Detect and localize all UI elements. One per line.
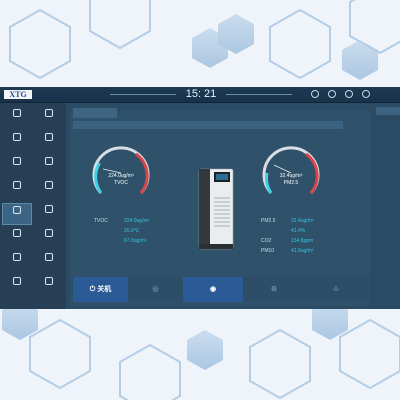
nav-icon (13, 181, 21, 189)
nav-icon (13, 229, 21, 237)
reading-value: 134.8ppm (291, 238, 314, 244)
reading-row: 26.0℃ (94, 228, 139, 234)
reading-row: 67.0ug/m³ (94, 238, 147, 244)
tvoc-gauge-name: TVOC (114, 180, 128, 186)
app-window: XTG 15: 21 224.0ug/m³ TVOC 32.4ug/m³ PM2… (0, 87, 400, 309)
nav-icon (45, 109, 53, 117)
purify-icon: ◎ (152, 286, 159, 293)
continuous-dehumidify-button[interactable]: ◉ (183, 277, 243, 302)
nav-icon (13, 133, 21, 141)
sidebar-item-14[interactable] (34, 251, 64, 273)
sidebar-item-12[interactable] (34, 227, 64, 249)
reading-key: CO2 (261, 238, 272, 244)
nav-icon (45, 253, 53, 261)
nav-icon (13, 277, 21, 285)
app-logo: XTG (4, 90, 32, 99)
settings-icon[interactable] (328, 90, 336, 98)
reading-row: PM2.5 32.4ug/m³ (261, 218, 314, 224)
mode-label: 关机 (97, 286, 112, 293)
sidebar-item-15[interactable] (2, 275, 32, 297)
tvoc-gauge (92, 146, 150, 195)
nav-icon (13, 253, 21, 261)
sidebar-item-6[interactable] (34, 155, 64, 177)
tab-device[interactable] (73, 108, 117, 118)
nav-icon (13, 206, 21, 214)
reading-key: PM2.5 (261, 218, 276, 224)
pm25-gauge-value: 32.4ug/m³ (279, 173, 303, 179)
top-bar: XTG 15: 21 (0, 87, 400, 103)
reading-value: 67.0ug/m³ (124, 238, 147, 244)
nav-icon (45, 205, 53, 213)
sidebar-item-11[interactable] (2, 227, 32, 249)
notification-icon[interactable] (362, 90, 370, 98)
reading-value: 224.0ug/m³ (124, 218, 150, 224)
pm25-gauge (262, 146, 320, 195)
sidebar-item-2[interactable] (34, 107, 64, 129)
reading-row: 41.4% (261, 228, 305, 234)
nav-icon (13, 109, 21, 117)
reading-row: TVOC 224.0ug/m³ (94, 218, 149, 224)
purifier-device-image (198, 168, 234, 250)
sidebar-item-8[interactable] (34, 179, 64, 201)
sidebar-item-1[interactable] (2, 107, 32, 129)
sidebar-item-5[interactable] (2, 155, 32, 177)
reading-row: PM10 41.0ug/m³ (261, 248, 314, 254)
clock: 15: 21 (185, 88, 217, 100)
energy-saving-button[interactable]: ♧ (305, 277, 367, 302)
nav-icon (45, 157, 53, 165)
sidebar-item-9[interactable] (2, 203, 32, 225)
sidebar-item-7[interactable] (2, 179, 32, 201)
mode-button-bar: ⏻ 关机 ◎ ◉ ⚙ ♧ (70, 277, 370, 302)
sidebar (0, 103, 66, 309)
nav-icon (45, 229, 53, 237)
tvoc-gauge-value: 224.0ug/m³ (108, 173, 134, 179)
divider-line (110, 94, 176, 95)
nav-icon (45, 277, 53, 285)
purify-disinfect-button[interactable]: ◎ (128, 277, 183, 302)
sidebar-item-4[interactable] (34, 131, 64, 153)
sidebar-item-13[interactable] (2, 251, 32, 273)
dehumidify-icon: ◉ (209, 286, 217, 293)
reading-key: TVOC (94, 218, 108, 224)
reading-value: 41.4% (291, 228, 306, 234)
reading-value: 41.0ug/m³ (291, 248, 314, 254)
reading-key: PM10 (261, 248, 275, 254)
leaf-icon: ♧ (332, 286, 340, 293)
reading-value: 32.4ug/m³ (291, 218, 314, 224)
sidebar-item-3[interactable] (2, 131, 32, 153)
auto-run-button[interactable]: ⚙ (243, 277, 305, 302)
panel-title (73, 121, 343, 129)
nav-icon (13, 157, 21, 165)
power-off-button[interactable]: ⏻ 关机 (73, 277, 128, 302)
auto-icon: ⚙ (270, 286, 278, 293)
home-icon[interactable] (311, 90, 319, 98)
sidebar-item-10[interactable] (34, 203, 64, 225)
right-panel-tab[interactable] (376, 107, 400, 115)
sidebar-item-16[interactable] (34, 275, 64, 297)
nav-icon (45, 181, 53, 189)
pm25-gauge-name: PM2.5 (283, 180, 299, 186)
nav-icon (45, 133, 53, 141)
divider-line (226, 94, 292, 95)
shield-icon[interactable] (345, 90, 353, 98)
reading-value: 26.0℃ (124, 228, 140, 234)
reading-row: CO2 134.8ppm (261, 238, 313, 244)
